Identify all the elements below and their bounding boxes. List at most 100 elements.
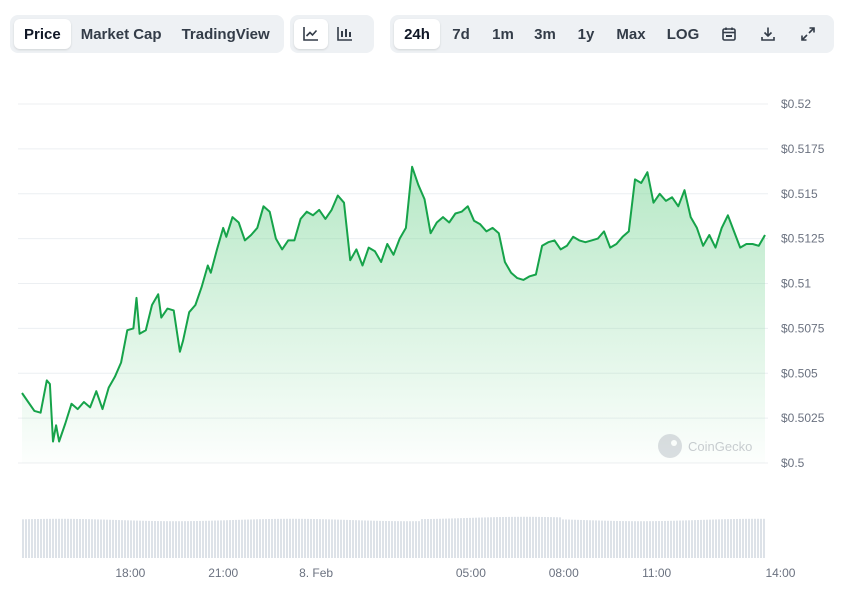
volume-bar	[151, 520, 153, 558]
volume-bar	[475, 517, 477, 558]
volume-bar	[739, 518, 741, 558]
volume-bar	[703, 519, 705, 558]
volume-bar	[67, 518, 69, 558]
volume-bar	[535, 516, 537, 558]
volume-bar	[88, 519, 90, 558]
volume-bar	[649, 521, 651, 558]
volume-bar	[94, 519, 96, 558]
y-tick-label: $0.505	[781, 366, 818, 380]
volume-bar	[70, 518, 72, 558]
volume-bar	[388, 521, 390, 558]
volume-bar	[37, 518, 39, 558]
volume-bar	[208, 520, 210, 558]
volume-bar	[625, 521, 627, 558]
volume-bar	[748, 518, 750, 558]
volume-bars	[22, 516, 765, 558]
volume-bar	[256, 519, 258, 558]
volume-bar	[586, 520, 588, 558]
volume-bar	[58, 518, 60, 558]
volume-bar	[487, 517, 489, 558]
volume-bar	[367, 520, 369, 558]
volume-bar	[280, 518, 282, 558]
volume-bar	[376, 520, 378, 558]
volume-bar	[655, 521, 657, 558]
volume-bar	[196, 521, 198, 558]
volume-bar	[340, 519, 342, 558]
volume-bar	[442, 518, 444, 558]
volume-bar	[97, 519, 99, 558]
y-tick-label: $0.5075	[781, 321, 825, 335]
volume-bar	[265, 519, 267, 558]
volume-bar	[211, 520, 213, 558]
volume-bar	[553, 517, 555, 558]
volume-bar	[358, 520, 360, 558]
volume-bar	[166, 521, 168, 558]
volume-bar	[466, 517, 468, 558]
volume-bar	[259, 519, 261, 558]
volume-bar	[283, 518, 285, 558]
volume-bar	[307, 518, 309, 558]
volume-bar	[55, 518, 57, 558]
x-tick-label: 08:00	[549, 566, 579, 580]
volume-bar	[715, 519, 717, 558]
price-chart[interactable]: $0.52 $0.5175 $0.515 $0.5125 $0.51 $0.5075 $0.…	[0, 0, 850, 593]
volume-bar	[595, 520, 597, 558]
volume-bar	[268, 519, 270, 558]
volume-bar	[379, 520, 381, 558]
volume-bar	[736, 518, 738, 558]
volume-bar	[73, 518, 75, 558]
volume-bar	[313, 519, 315, 558]
volume-bar	[709, 519, 711, 558]
volume-bar	[511, 516, 513, 558]
volume-bar	[250, 519, 252, 558]
volume-bar	[616, 520, 618, 558]
volume-bar	[199, 520, 201, 558]
volume-bar	[43, 518, 45, 558]
volume-bar	[565, 519, 567, 558]
volume-bar	[193, 521, 195, 558]
volume-bar	[124, 520, 126, 558]
volume-bar	[298, 518, 300, 558]
volume-bar	[217, 520, 219, 558]
y-tick-label: $0.5175	[781, 142, 825, 156]
volume-bar	[613, 520, 615, 558]
volume-bar	[232, 520, 234, 558]
volume-bar	[445, 518, 447, 558]
volume-bar	[517, 516, 519, 558]
volume-bar	[583, 520, 585, 558]
volume-bar	[304, 518, 306, 558]
volume-bar	[682, 520, 684, 558]
volume-bar	[238, 519, 240, 558]
watermark-text: CoinGecko	[688, 439, 752, 454]
volume-bar	[403, 521, 405, 558]
volume-bar	[700, 519, 702, 558]
volume-bar	[550, 517, 552, 558]
volume-bar	[415, 521, 417, 558]
volume-bar	[247, 519, 249, 558]
volume-bar	[109, 519, 111, 558]
volume-bar	[460, 518, 462, 558]
volume-bar	[301, 518, 303, 558]
volume-bar	[154, 521, 156, 558]
volume-bar	[223, 520, 225, 558]
volume-bar	[136, 520, 138, 558]
volume-bar	[580, 519, 582, 558]
volume-bar	[598, 520, 600, 558]
volume-bar	[646, 521, 648, 558]
volume-bar	[148, 520, 150, 558]
volume-bar	[385, 520, 387, 558]
volume-bar	[742, 518, 744, 558]
volume-bar	[421, 519, 423, 558]
volume-bar	[100, 519, 102, 558]
volume-bar	[667, 520, 669, 558]
volume-bar	[454, 518, 456, 558]
price-area-fill	[22, 166, 765, 464]
volume-bar	[76, 518, 78, 558]
volume-bar	[373, 520, 375, 558]
coingecko-logo-icon	[658, 434, 682, 458]
volume-bar	[463, 518, 465, 558]
volume-bar	[163, 521, 165, 558]
volume-bar	[343, 519, 345, 558]
volume-bar	[349, 520, 351, 558]
volume-bar	[79, 518, 81, 558]
